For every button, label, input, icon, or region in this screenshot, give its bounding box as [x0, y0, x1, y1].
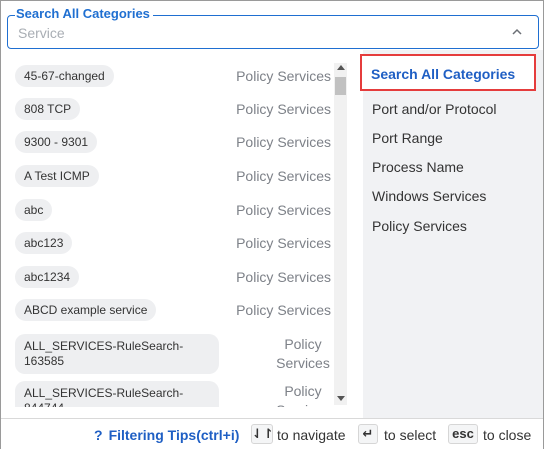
category-item-policy-services[interactable]: Policy Services [372, 217, 467, 235]
result-row[interactable]: abc1234 Policy Services [15, 266, 331, 288]
result-row[interactable]: ABCD example service Policy Services [15, 299, 331, 321]
search-scope-legend: Search All Categories [15, 6, 153, 22]
results-scrollbar[interactable] [334, 63, 347, 405]
result-name: 808 TCP [15, 98, 81, 120]
result-category: Policy Services [236, 301, 331, 318]
result-name: abc1234 [15, 266, 80, 288]
esc-key: esc [448, 424, 478, 444]
result-row[interactable]: ALL_SERVICES-RuleSearch-844744 Policy Se… [15, 381, 331, 407]
result-category: Policy Services [236, 67, 331, 84]
result-category: Policy Services [236, 167, 331, 184]
up-down-arrows-icon: ⇃↾ [251, 424, 274, 444]
result-name: ABCD example service [15, 299, 157, 321]
category-item-windows-services[interactable]: Windows Services [372, 187, 486, 205]
result-name: ALL_SERVICES-RuleSearch-163585 [15, 334, 219, 374]
scroll-up-arrow-icon[interactable] [337, 65, 345, 70]
result-category: Policy Services [236, 234, 331, 251]
select-hint: to select [384, 427, 437, 443]
scroll-thumb[interactable] [335, 77, 346, 95]
result-row[interactable]: abc Policy Services [15, 199, 331, 221]
results-list: 45-67-changed Policy Services 808 TCP Po… [15, 57, 349, 407]
category-item-search-all[interactable]: Search All Categories [360, 54, 536, 91]
scroll-down-arrow-icon[interactable] [337, 396, 345, 401]
result-category: Policy Services [236, 133, 331, 150]
result-category: Policy Services [236, 268, 331, 285]
result-category: Policy Services [276, 336, 330, 371]
keyboard-hints-footer: ? Filtering Tips(ctrl+i) ⇃↾ to navigate ↵… [1, 418, 543, 449]
result-name: abc123 [15, 232, 73, 254]
category-item-port-range[interactable]: Port Range [372, 129, 443, 147]
result-row[interactable]: 9300 - 9301 Policy Services [15, 131, 331, 153]
search-dropdown-panel: Search All Categories 45-67-changed Poli… [0, 0, 544, 449]
result-row[interactable]: abc123 Policy Services [15, 232, 331, 254]
close-hint: to close [483, 427, 532, 443]
chevron-up-icon[interactable] [510, 25, 524, 39]
result-row[interactable]: 45-67-changed Policy Services [15, 65, 331, 87]
result-category: Policy Services [236, 201, 331, 218]
category-item-process-name[interactable]: Process Name [372, 158, 464, 176]
result-name: ALL_SERVICES-RuleSearch-844744 [15, 381, 219, 407]
filtering-tips-label: Filtering Tips(ctrl+i) [108, 427, 240, 443]
enter-icon: ↵ [358, 424, 378, 444]
question-icon: ? [94, 427, 103, 443]
result-name: abc [15, 199, 53, 221]
result-row[interactable]: ALL_SERVICES-RuleSearch-163585 Policy Se… [15, 334, 331, 374]
result-row[interactable]: 808 TCP Policy Services [15, 98, 331, 120]
result-category: Policy Services [276, 383, 330, 407]
category-list: Search All Categories Port and/or Protoc… [360, 50, 543, 418]
navigate-hint: to navigate [277, 427, 346, 443]
result-category: Policy Services [236, 100, 331, 117]
result-name: 45-67-changed [15, 65, 114, 87]
search-input[interactable] [18, 23, 498, 43]
result-name: A Test ICMP [15, 165, 99, 187]
category-item-port-protocol[interactable]: Port and/or Protocol [372, 100, 497, 118]
result-row[interactable]: A Test ICMP Policy Services [15, 165, 331, 187]
result-name: 9300 - 9301 [15, 131, 98, 153]
filtering-tips-link[interactable]: ? Filtering Tips(ctrl+i) [94, 427, 239, 443]
